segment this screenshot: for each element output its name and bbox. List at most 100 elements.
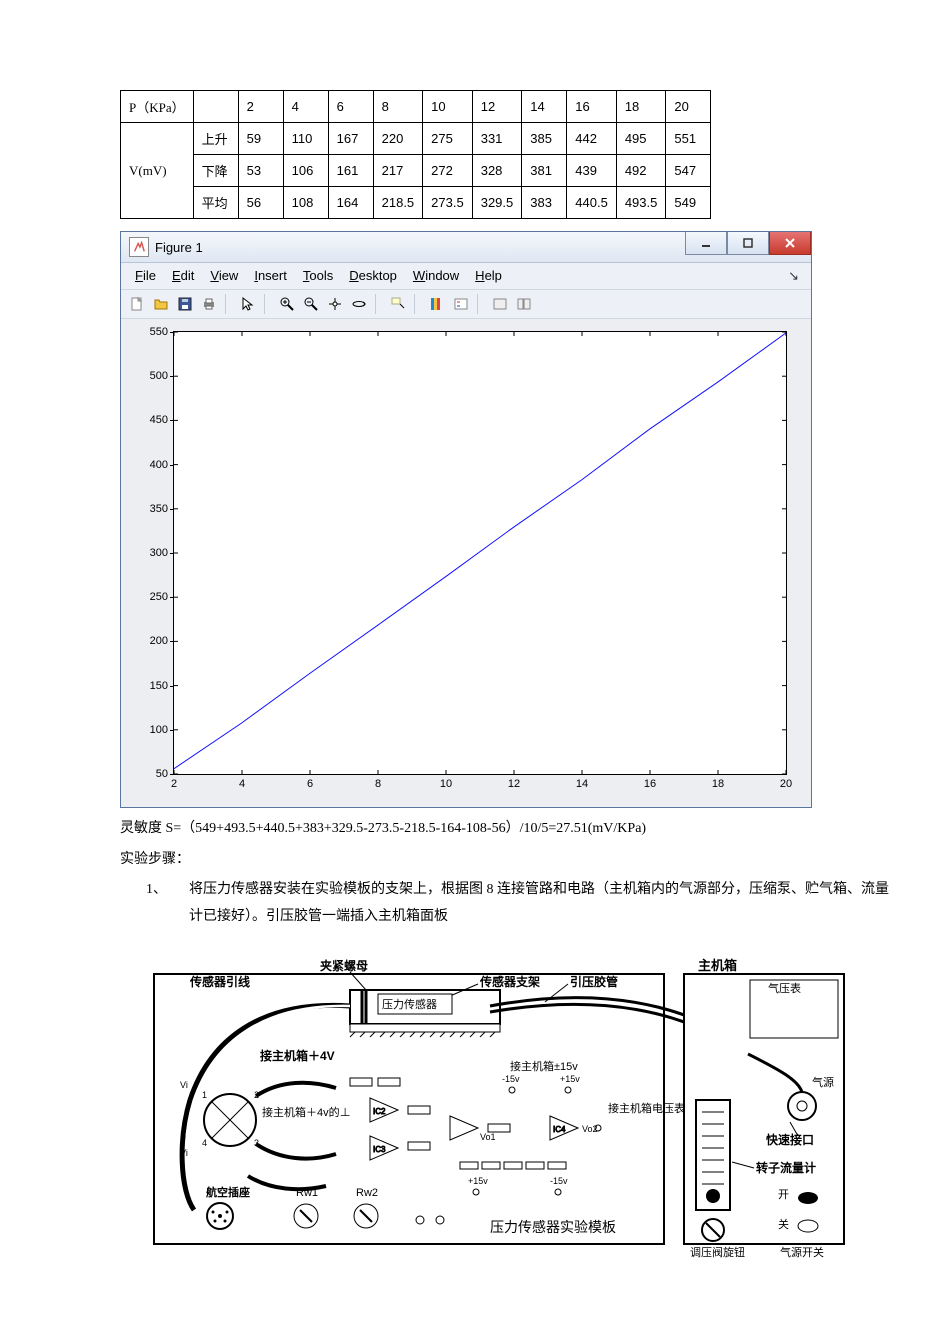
print-icon[interactable]	[198, 293, 220, 315]
avg-9: 549	[666, 187, 711, 219]
menu-insert[interactable]: Insert	[248, 266, 293, 286]
sub-avg: 平均	[193, 187, 238, 219]
p-6: 14	[522, 91, 567, 123]
chart-axes[interactable]: 5010015020025030035040045050055024681012…	[173, 331, 787, 775]
sub-down: 下降	[193, 155, 238, 187]
menu-desktop[interactable]: Desktop	[343, 266, 403, 286]
x-tick-label: 4	[239, 774, 245, 790]
menu-view[interactable]: View	[204, 266, 244, 286]
toolbar-separator	[225, 294, 232, 314]
x-tick-label: 20	[780, 774, 792, 790]
p-7: 16	[567, 91, 617, 123]
row-v-label: V(mV)	[121, 123, 194, 219]
lbl-host-4v-gnd: 接主机箱＋4v的⊥	[262, 1105, 351, 1119]
avg-8: 493.5	[616, 187, 666, 219]
minimize-button[interactable]	[685, 232, 727, 255]
lbl-host-4v: 接主机箱＋4V	[260, 1048, 335, 1063]
menu-tools[interactable]: Tools	[297, 266, 339, 286]
dn-7: 439	[567, 155, 617, 187]
dn-6: 381	[522, 155, 567, 187]
toolbar-separator	[264, 294, 271, 314]
p-5: 12	[472, 91, 522, 123]
zoom-out-icon[interactable]	[300, 293, 322, 315]
lbl-p15v: +15v	[560, 1074, 580, 1084]
menu-help[interactable]: Help	[469, 266, 508, 286]
lbl-air-switch: 气源开关	[780, 1245, 824, 1259]
insert-legend-icon[interactable]	[450, 293, 472, 315]
avg-1: 108	[283, 187, 328, 219]
x-tick-label: 2	[171, 774, 177, 790]
lbl-sensor-bracket: 传感器支架	[479, 974, 540, 989]
sensitivity-text: 灵敏度 S=（549+493.5+440.5+383+329.5-273.5-2…	[120, 816, 895, 843]
up-8: 495	[616, 123, 666, 155]
ic4: IC4	[553, 1125, 566, 1134]
row-p-label: P（KPa）	[121, 91, 194, 123]
p-1: 4	[283, 91, 328, 123]
undock-icon[interactable]: ↘	[782, 266, 805, 286]
rw2: Rw2	[356, 1187, 378, 1199]
lbl-host-15v: 接主机箱±15v	[510, 1059, 578, 1073]
dn-9: 547	[666, 155, 711, 187]
lbl-on: 开	[778, 1189, 789, 1201]
hide-plot-tools-icon[interactable]	[489, 293, 511, 315]
avg-6: 383	[522, 187, 567, 219]
avg-0: 56	[238, 187, 283, 219]
m15v2: -15v	[550, 1176, 568, 1186]
ic2: IC2	[373, 1107, 386, 1116]
lbl-m15v: -15v	[502, 1074, 520, 1084]
lbl-off: 关	[778, 1217, 789, 1231]
rotate3d-icon[interactable]	[348, 293, 370, 315]
x-tick-label: 14	[576, 774, 588, 790]
avg-2: 164	[328, 187, 373, 219]
rw1: Rw1	[296, 1187, 318, 1199]
dn-0: 53	[238, 155, 283, 187]
menu-window[interactable]: Window	[407, 266, 465, 286]
toolbar-separator	[375, 294, 382, 314]
p-3: 8	[373, 91, 423, 123]
vi-2: Vi	[180, 1148, 188, 1158]
vi-1: Vi	[180, 1080, 188, 1090]
pan-icon[interactable]	[324, 293, 346, 315]
toolbar-separator	[477, 294, 484, 314]
x-tick-label: 10	[440, 774, 452, 790]
open-icon[interactable]	[150, 293, 172, 315]
new-figure-icon[interactable]	[126, 293, 148, 315]
toolbar-separator	[414, 294, 421, 314]
node-4: 4	[202, 1138, 207, 1148]
dn-8: 492	[616, 155, 666, 187]
x-tick-label: 16	[644, 774, 656, 790]
insert-colorbar-icon[interactable]	[426, 293, 448, 315]
x-tick-label: 6	[307, 774, 313, 790]
lbl-board-title: 压力传感器实验模板	[490, 1219, 616, 1235]
avg-3: 218.5	[373, 187, 423, 219]
menubar: File Edit View Insert Tools Desktop Wind…	[121, 263, 811, 290]
maximize-button[interactable]	[727, 232, 769, 255]
menu-file[interactable]: File	[129, 266, 162, 286]
datacursor-icon[interactable]	[387, 293, 409, 315]
show-plot-tools-icon[interactable]	[513, 293, 535, 315]
lbl-rotor-flow: 转子流量计	[756, 1160, 816, 1175]
sub-up: 上升	[193, 123, 238, 155]
lbl-air-gauge: 气压表	[768, 981, 801, 995]
vo1: Vo1	[480, 1132, 496, 1142]
lbl-air-socket: 航空插座	[206, 1185, 250, 1199]
close-button[interactable]	[769, 232, 811, 255]
up-2: 167	[328, 123, 373, 155]
up-1: 110	[283, 123, 328, 155]
dn-1: 106	[283, 155, 328, 187]
lbl-to-voltmeter: 接主机箱电压表	[608, 1101, 685, 1115]
pointer-icon[interactable]	[237, 293, 259, 315]
p-8: 18	[616, 91, 666, 123]
zoom-in-icon[interactable]	[276, 293, 298, 315]
up-6: 385	[522, 123, 567, 155]
save-icon[interactable]	[174, 293, 196, 315]
window-titlebar[interactable]: Figure 1	[121, 232, 811, 263]
p-4: 10	[423, 91, 473, 123]
menu-edit[interactable]: Edit	[166, 266, 200, 286]
dn-4: 272	[423, 155, 473, 187]
up-7: 442	[567, 123, 617, 155]
p15v2: +15v	[468, 1176, 488, 1186]
lbl-sensor-lead: 传感器引线	[189, 974, 250, 989]
lbl-air-source: 气源	[812, 1075, 834, 1089]
schematic-diagram: 传感器引线 夹紧螺母 传感器支架 引压胶管 压力传感器	[150, 940, 850, 1260]
